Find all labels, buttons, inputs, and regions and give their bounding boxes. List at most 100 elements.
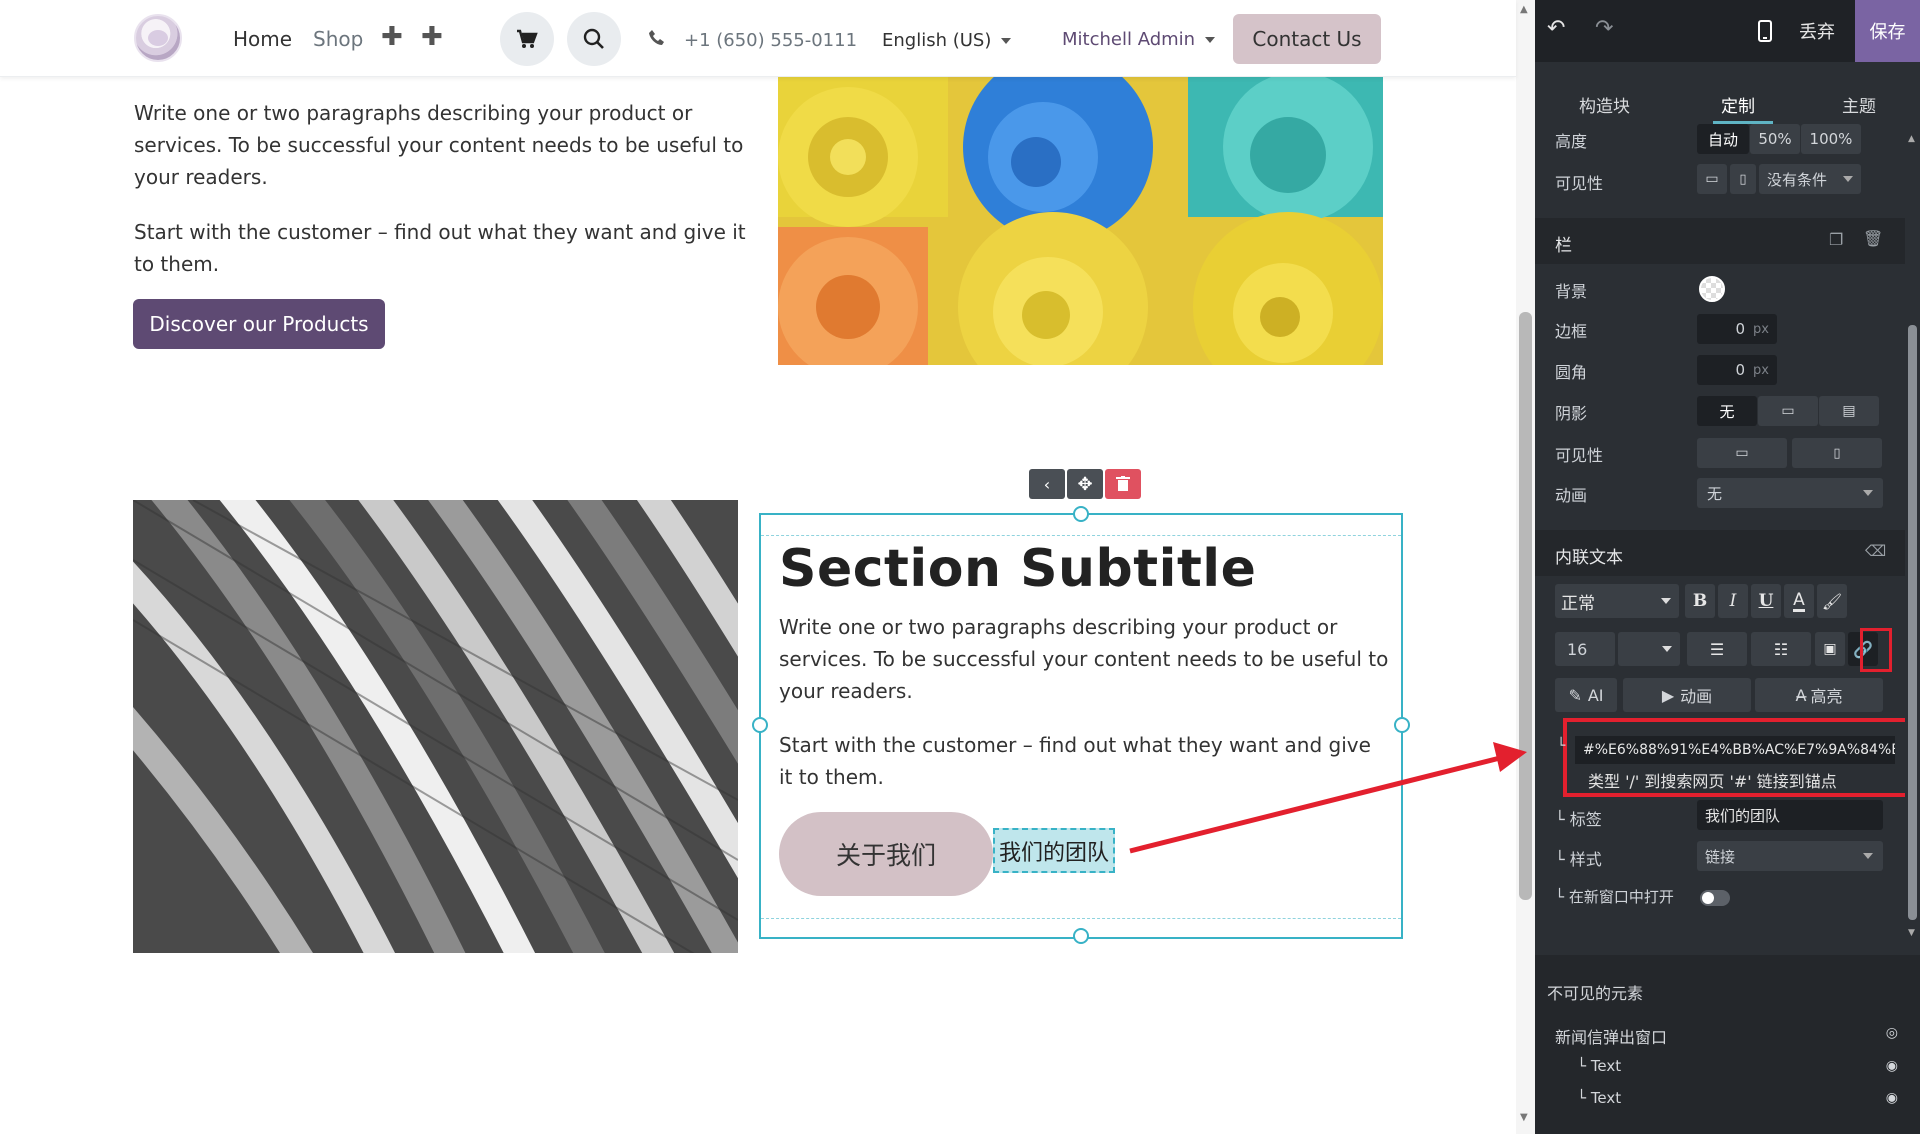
play-icon: ▶ bbox=[1661, 685, 1675, 705]
link-url-input[interactable]: #%E6%88%91%E4%BB%AC%E7%9A%84%E5%9B%A2%E9… bbox=[1575, 736, 1895, 764]
link-label-input[interactable]: 我们的团队 bbox=[1697, 800, 1883, 830]
mobile-preview-icon[interactable] bbox=[1758, 20, 1772, 42]
bold-button[interactable]: B bbox=[1685, 584, 1715, 618]
font-size-input[interactable]: 16 bbox=[1555, 632, 1615, 666]
nav-shop[interactable]: Shop bbox=[313, 27, 363, 51]
website-preview: Home Shop ✚ ✚ +1 (650) 555-0111 English … bbox=[0, 0, 1535, 1134]
insert-media-button[interactable]: ▣ bbox=[1815, 632, 1845, 666]
ai-button-label: AI bbox=[1587, 685, 1604, 705]
editor-scrollbar-thumb[interactable] bbox=[1908, 325, 1917, 920]
section2-paragraph-2[interactable]: Start with the customer – find out what … bbox=[779, 729, 1389, 793]
background-color-button[interactable]: 🖌 bbox=[1817, 584, 1847, 618]
shadow-outset-option[interactable]: ▭ bbox=[1758, 396, 1818, 426]
save-button[interactable]: 保存 bbox=[1855, 0, 1920, 62]
italic-icon: I bbox=[1729, 591, 1737, 611]
new-window-label: └ 在新窗口中打开 bbox=[1555, 888, 1674, 906]
scroll-up-arrow-icon[interactable]: ▲ bbox=[1520, 4, 1528, 15]
chevron-down-icon bbox=[1662, 646, 1672, 652]
about-us-button[interactable]: 关于我们 bbox=[779, 812, 993, 896]
editor-scroll-up-icon[interactable]: ▲ bbox=[1908, 134, 1915, 144]
link-label-value: 我们的团队 bbox=[1705, 806, 1781, 825]
trash-icon[interactable]: 🗑 bbox=[1863, 229, 1883, 248]
border-width-value: 0 bbox=[1735, 320, 1746, 338]
resize-handle-bottom[interactable] bbox=[1073, 928, 1089, 944]
resize-handle-left[interactable] bbox=[752, 717, 768, 733]
discard-button[interactable]: 丢弃 bbox=[1799, 18, 1835, 44]
invisible-item-text-2[interactable]: └ Text bbox=[1577, 1089, 1621, 1107]
invisible-item-text-1[interactable]: └ Text bbox=[1577, 1057, 1621, 1075]
link-style-label: └ 样式 bbox=[1555, 850, 1602, 869]
eraser-icon[interactable]: ⌫ bbox=[1865, 542, 1886, 560]
new-window-toggle[interactable] bbox=[1700, 890, 1730, 906]
column-hide-desktop-button[interactable]: ▭ bbox=[1697, 438, 1787, 468]
nav-add-icon[interactable]: ✚ bbox=[381, 22, 403, 52]
tab-blocks[interactable]: 构造块 bbox=[1579, 92, 1630, 117]
visibility-condition-select[interactable]: 没有条件 bbox=[1759, 164, 1861, 194]
eye-icon[interactable]: ◉ bbox=[1886, 1058, 1898, 1074]
scroll-down-arrow-icon[interactable]: ▼ bbox=[1520, 1112, 1528, 1123]
cart-button[interactable] bbox=[500, 12, 554, 66]
ai-button[interactable]: ✎ AI bbox=[1555, 678, 1617, 712]
search-button[interactable] bbox=[567, 12, 621, 66]
invisible-item-newsletter[interactable]: 新闻信弹出窗口 bbox=[1555, 1024, 1667, 1048]
hide-desktop-button[interactable]: ▭ bbox=[1697, 164, 1727, 194]
shadow-none-option[interactable]: 无 bbox=[1697, 396, 1757, 426]
visibility2-label: 可见性 bbox=[1555, 446, 1604, 465]
height-50-option[interactable]: 50% bbox=[1750, 124, 1800, 154]
shadow-inset-option[interactable]: ▤ bbox=[1819, 396, 1879, 426]
our-team-link[interactable]: 我们的团队 bbox=[993, 828, 1115, 873]
animate-text-label: 动画 bbox=[1680, 687, 1713, 706]
shirts-image[interactable] bbox=[133, 500, 738, 953]
link-style-select[interactable]: 链接 bbox=[1697, 841, 1883, 871]
section2-paragraph-1[interactable]: Write one or two paragraphs describing y… bbox=[779, 611, 1389, 707]
phone-number[interactable]: +1 (650) 555-0111 bbox=[684, 30, 857, 51]
column-hide-mobile-button[interactable]: ▯ bbox=[1792, 438, 1882, 468]
underline-button[interactable]: U bbox=[1751, 584, 1781, 618]
undo-icon[interactable]: ↶ bbox=[1547, 16, 1565, 41]
language-selector[interactable]: English (US) bbox=[882, 30, 1012, 51]
link-style-text: 样式 bbox=[1569, 850, 1602, 869]
drag-handle[interactable]: ✥ bbox=[1067, 469, 1103, 499]
border-width-input[interactable]: 0 px bbox=[1697, 314, 1777, 344]
height-100-option[interactable]: 100% bbox=[1801, 124, 1861, 154]
user-menu[interactable]: Mitchell Admin bbox=[1062, 29, 1216, 50]
height-auto-option[interactable]: 自动 bbox=[1697, 124, 1749, 154]
border-radius-input[interactable]: 0 px bbox=[1697, 355, 1777, 385]
monitor-off-icon: ▭ bbox=[1735, 445, 1749, 461]
animate-text-button[interactable]: ▶ 动画 bbox=[1623, 678, 1751, 712]
nav-home[interactable]: Home bbox=[233, 27, 292, 51]
text-color-button[interactable]: A bbox=[1784, 584, 1814, 618]
hide-mobile-button[interactable]: ▯ bbox=[1730, 164, 1756, 194]
section-subtitle-heading[interactable]: Section Subtitle bbox=[779, 539, 1256, 599]
redo-icon[interactable]: ↷ bbox=[1595, 16, 1613, 41]
tab-theme[interactable]: 主题 bbox=[1842, 92, 1876, 117]
site-scrollbar-thumb[interactable] bbox=[1519, 312, 1532, 900]
highlight-button[interactable]: A̶ 高亮 bbox=[1755, 678, 1883, 712]
font-size-dropdown[interactable] bbox=[1618, 632, 1680, 666]
bullet-list-button[interactable]: ☰ bbox=[1687, 632, 1747, 666]
duplicate-icon[interactable]: ❐ bbox=[1829, 230, 1843, 249]
resize-handle-right[interactable] bbox=[1394, 717, 1410, 733]
nav-add-icon-2[interactable]: ✚ bbox=[421, 22, 443, 52]
site-logo[interactable] bbox=[134, 14, 182, 62]
contact-us-button[interactable]: Contact Us bbox=[1233, 14, 1381, 64]
towels-image[interactable] bbox=[778, 77, 1383, 365]
visibility-condition-value: 没有条件 bbox=[1767, 170, 1828, 189]
shadow-label: 阴影 bbox=[1555, 404, 1588, 423]
numbered-list-icon: ☷ bbox=[1773, 639, 1789, 659]
invisible-elements-panel: 不可见的元素 新闻信弹出窗口 ◎ └ Text ◉ └ Text ◉ bbox=[1535, 955, 1920, 1134]
text-style-select[interactable]: 正常 bbox=[1555, 584, 1679, 618]
background-color-picker[interactable] bbox=[1699, 276, 1725, 302]
link-button-annotation bbox=[1860, 628, 1892, 672]
move-left-button[interactable]: ‹ bbox=[1029, 469, 1065, 499]
discover-products-button[interactable]: Discover our Products bbox=[133, 299, 385, 349]
eye-slash-icon[interactable]: ◎ bbox=[1886, 1025, 1898, 1041]
delete-block-button[interactable] bbox=[1105, 469, 1141, 499]
eye-icon[interactable]: ◉ bbox=[1886, 1090, 1898, 1106]
editor-scroll-down-icon[interactable]: ▼ bbox=[1908, 928, 1915, 938]
numbered-list-button[interactable]: ☷ bbox=[1751, 632, 1811, 666]
animation-select[interactable]: 无 bbox=[1697, 478, 1883, 508]
italic-button[interactable]: I bbox=[1718, 584, 1748, 618]
tab-customize[interactable]: 定制 bbox=[1721, 92, 1755, 117]
resize-handle-top[interactable] bbox=[1073, 506, 1089, 522]
